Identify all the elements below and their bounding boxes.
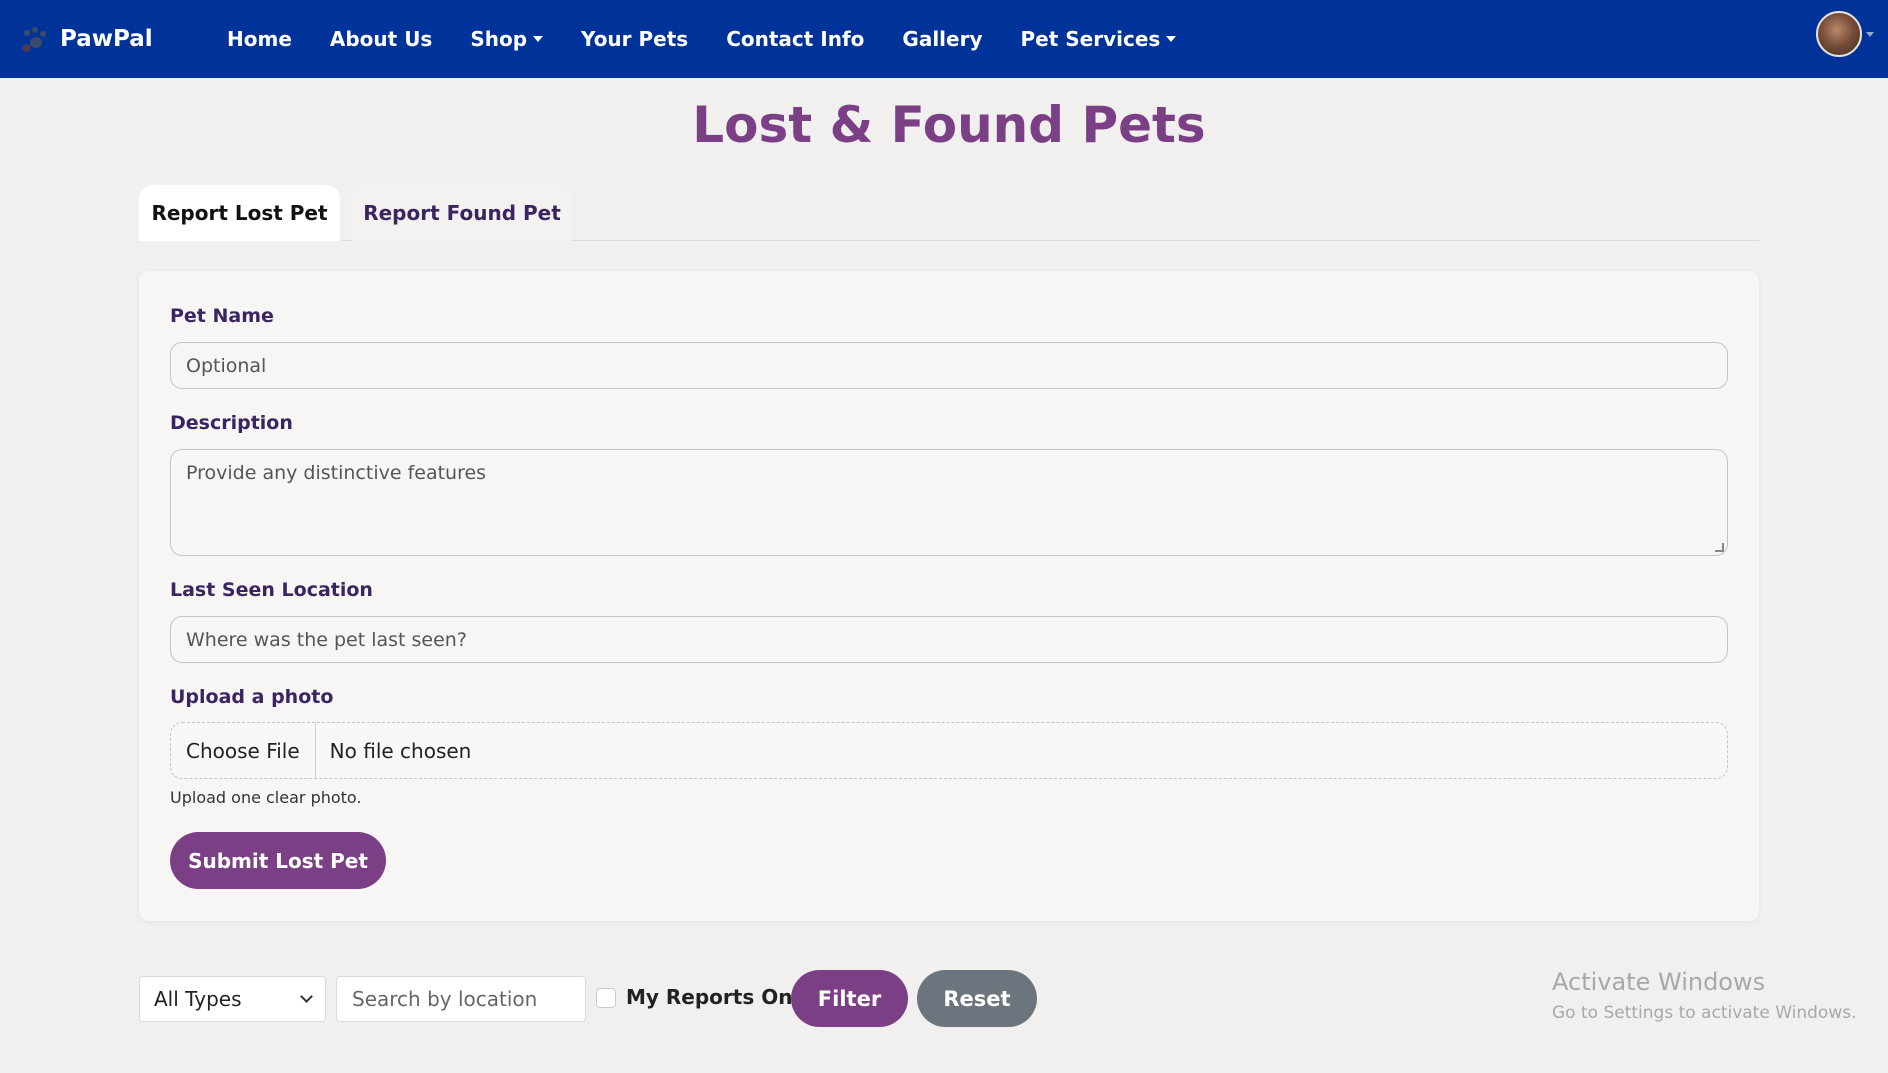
brand[interactable]: PawPal [18,0,153,78]
activation-watermark-title: Activate Windows [1552,968,1766,996]
pet-name-label: Pet Name [170,305,274,327]
nav-about-label: About Us [329,27,433,51]
report-tabs: Report Lost Pet Report Found Pet [139,185,1759,241]
file-status: No file chosen [329,738,472,763]
nav-links: Home About Us Shop Your Pets Contact Inf… [208,0,1195,78]
last-seen-label: Last Seen Location [170,579,373,601]
nav-shop-label: Shop [470,27,528,51]
last-seen-input[interactable]: Where was the pet last seen? [170,616,1728,663]
description-label: Description [170,412,293,434]
pet-type-select[interactable]: All Types [139,976,326,1022]
nav-your-pets[interactable]: Your Pets [562,27,707,51]
photo-file-input[interactable]: Choose File No file chosen [170,722,1728,779]
upload-photo-label: Upload a photo [170,686,334,708]
choose-file-button[interactable]: Choose File [171,723,316,778]
activation-watermark-subtitle: Go to Settings to activate Windows. [1552,1003,1857,1023]
nav-pet-services-dropdown[interactable]: Pet Services [1002,27,1196,51]
pet-name-input[interactable]: Optional [170,342,1728,389]
location-search-placeholder: Search by location [352,987,538,1011]
caret-down-icon [533,36,544,42]
my-reports-checkbox[interactable] [596,988,616,1008]
paw-icon [18,23,50,55]
avatar[interactable] [1816,11,1862,57]
upload-helper-text: Upload one clear photo. [170,788,362,807]
tab-report-found-pet[interactable]: Report Found Pet [353,185,571,241]
top-navbar: PawPal Home About Us Shop Your Pets Cont… [0,0,1888,78]
nav-pet-services-label: Pet Services [1020,27,1161,51]
nav-gallery[interactable]: Gallery [883,27,1001,51]
page-title: Lost & Found Pets [692,96,1206,154]
resize-handle-icon[interactable] [1715,543,1724,552]
nav-about-us[interactable]: About Us [311,27,451,51]
my-reports-label[interactable]: My Reports Only [626,985,812,1009]
tab-report-lost-pet[interactable]: Report Lost Pet [139,185,340,241]
chevron-down-icon [300,990,313,1003]
caret-down-icon [1166,36,1177,42]
reset-button[interactable]: Reset [917,970,1037,1027]
nav-shop-dropdown[interactable]: Shop [451,27,562,51]
pet-type-selected: All Types [154,987,242,1011]
description-textarea[interactable]: Provide any distinctive features [170,449,1728,556]
nav-your-pets-label: Your Pets [581,27,689,51]
nav-home-label: Home [227,27,292,51]
filter-button[interactable]: Filter [791,970,908,1027]
brand-name[interactable]: PawPal [60,26,153,52]
nav-gallery-label: Gallery [902,27,983,51]
nav-contact-label: Contact Info [726,27,865,51]
report-form-card: Pet Name Optional Description Provide an… [139,271,1759,921]
location-search-input[interactable]: Search by location [336,976,586,1022]
description-placeholder: Provide any distinctive features [186,462,487,484]
caret-down-icon [1866,31,1874,37]
submit-lost-pet-button[interactable]: Submit Lost Pet [170,832,386,889]
last-seen-placeholder: Where was the pet last seen? [186,628,467,651]
pet-name-placeholder: Optional [186,354,267,377]
nav-contact-info[interactable]: Contact Info [707,27,883,51]
nav-home[interactable]: Home [208,27,311,51]
user-menu[interactable] [1816,11,1874,57]
